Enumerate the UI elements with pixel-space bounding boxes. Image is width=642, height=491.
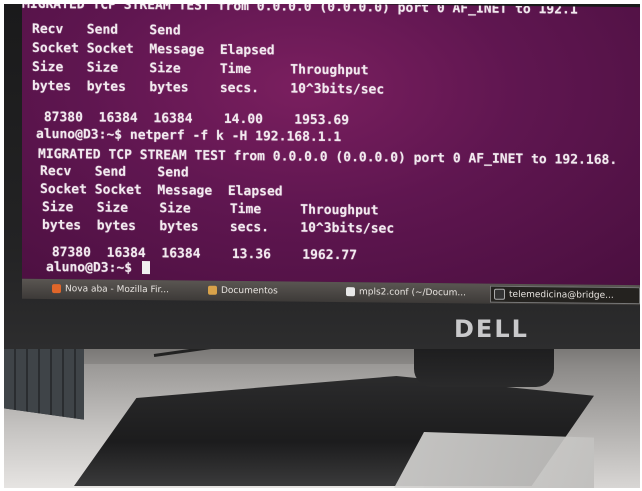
folder-icon <box>208 285 217 295</box>
taskbar-item-documentos[interactable]: Documentos <box>208 283 338 299</box>
terminal-line: 87380 16384 16384 14.00 1953.69 <box>36 109 350 129</box>
terminal-line: Size Size Size Time Throughput <box>42 199 379 219</box>
terminal-line: MIGRATED TCP STREAM TEST from 0.0.0.0 (0… <box>22 4 578 18</box>
terminal-line: Recv Send Send <box>40 163 189 181</box>
stand-reflection <box>394 432 594 488</box>
terminal-line: Socket Socket Message Elapsed <box>32 40 275 59</box>
text-editor-icon <box>346 287 355 297</box>
taskbar-item-telemedicina[interactable]: telemedicina@bridge... <box>490 285 640 305</box>
photo: MIGRATED TCP STREAM TEST from 0.0.0.0 (0… <box>4 4 640 488</box>
terminal-prompt: aluno@D3:~$ <box>46 259 140 276</box>
monitor-stand-neck <box>414 349 554 387</box>
terminal-line: aluno@D3:~$ netperf -f k -H 192.168.1.1 <box>36 126 342 146</box>
terminal-line: bytes bytes bytes secs. 10^3bits/sec <box>32 78 385 98</box>
terminal-icon <box>494 288 505 300</box>
terminal-line: Recv Send Send <box>32 21 181 39</box>
firefox-icon <box>52 284 61 294</box>
terminal-screen[interactable]: MIGRATED TCP STREAM TEST from 0.0.0.0 (0… <box>22 4 640 286</box>
terminal-line: bytes bytes bytes secs. 10^3bits/sec <box>42 217 395 237</box>
taskbar-item-label: Documentos <box>221 285 278 296</box>
taskbar-item-label: Nova aba - Mozilla Fir... <box>65 283 170 295</box>
terminal-prompt-line[interactable]: aluno@D3:~$ <box>46 260 150 277</box>
taskbar-item-label: mpls2.conf (~/Docum... <box>359 286 466 298</box>
dell-logo: DELL <box>454 315 529 343</box>
terminal-line: Socket Socket Message Elapsed <box>40 181 283 200</box>
taskbar-item-mpls2-conf[interactable]: mpls2.conf (~/Docum... <box>346 284 486 300</box>
cursor-icon <box>141 260 150 275</box>
taskbar-item-label: telemedicina@bridge... <box>509 289 614 301</box>
taskbar-item-firefox[interactable]: Nova aba - Mozilla Fir... <box>52 281 202 298</box>
terminal-line: Size Size Size Time Throughput <box>32 59 369 79</box>
